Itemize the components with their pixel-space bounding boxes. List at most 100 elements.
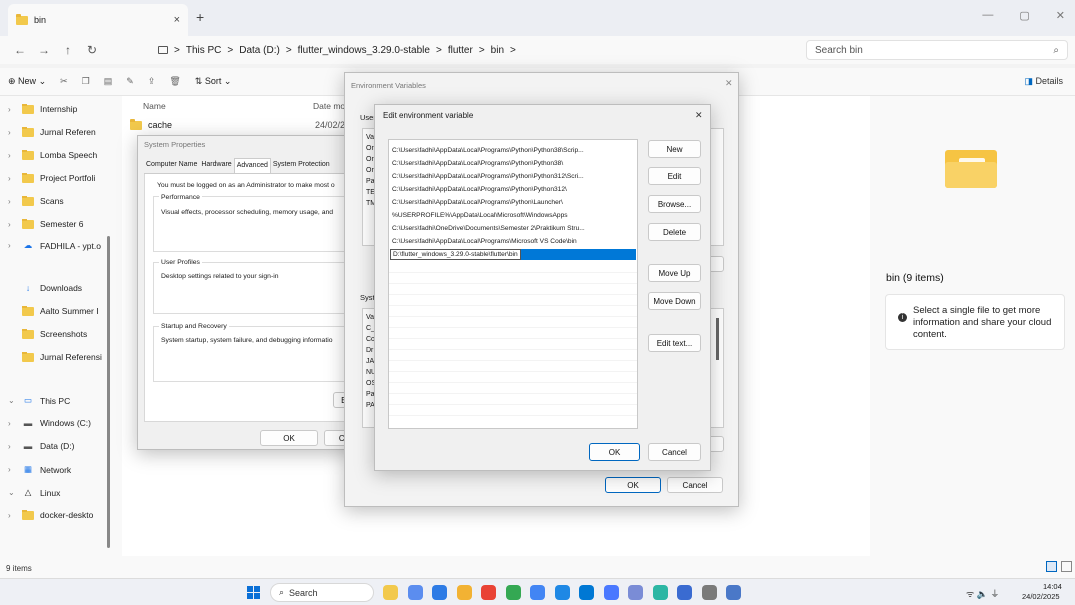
arrow-icon[interactable]: [677, 585, 692, 600]
vscode-icon[interactable]: [579, 585, 594, 600]
path-entries-list[interactable]: C:\Users\fadhi\AppData\Local\Programs\Py…: [388, 139, 638, 429]
edit-env-close-icon[interactable]: ✕: [695, 110, 703, 121]
tab-computer-name[interactable]: Computer Name: [144, 158, 199, 173]
system-vars-scrollbar[interactable]: [716, 318, 719, 360]
chevron-right-icon[interactable]: ›: [8, 174, 16, 183]
kite-icon[interactable]: [652, 585, 668, 600]
sidebar-item-data-d[interactable]: › ▬ Data (D:): [8, 441, 120, 451]
settings-icon[interactable]: [701, 585, 717, 600]
chevron-right-icon[interactable]: ›: [8, 105, 16, 114]
sidebar-item-fadhila-ypt-o[interactable]: › ☁ FADHILA - ypt.o: [8, 240, 120, 251]
photos-icon[interactable]: [603, 585, 619, 600]
breadcrumb-bin[interactable]: bin: [491, 45, 504, 56]
edit-text-button[interactable]: Edit text...: [648, 334, 701, 352]
chevron-right-icon[interactable]: ›: [8, 197, 16, 206]
new-button[interactable]: ⊕ New ⌄: [8, 76, 46, 87]
sysprop-icon[interactable]: [726, 585, 741, 600]
forward-button[interactable]: →: [32, 43, 56, 57]
system-tray[interactable]: ᯤ 🔈 ⏚: [966, 587, 999, 600]
move-down-button[interactable]: Move Down: [648, 292, 701, 310]
chevron-right-icon[interactable]: ›: [8, 465, 16, 474]
clock-date[interactable]: 24/02/2025: [1022, 592, 1060, 601]
chrome-alt-icon[interactable]: [505, 585, 521, 600]
path-entry[interactable]: C:\Users\fadhi\AppData\Local\Programs\Mi…: [392, 236, 577, 247]
copilot-icon[interactable]: [407, 585, 423, 600]
sidebar-item-internship[interactable]: › Internship: [8, 104, 120, 114]
breadcrumb-flutter-windows[interactable]: flutter_windows_3.29.0-stable: [298, 45, 430, 56]
clock-time[interactable]: 14:04: [1043, 582, 1062, 591]
search-input[interactable]: Search bin ⌕: [806, 40, 1068, 60]
edit-env-ok-button[interactable]: OK: [589, 443, 640, 461]
copy-icon[interactable]: ❐: [82, 76, 90, 87]
tab-hardware[interactable]: Hardware: [199, 158, 233, 173]
breadcrumb-this-pc[interactable]: This PC: [186, 45, 222, 56]
new-entry-button[interactable]: New: [648, 140, 701, 158]
browse-button[interactable]: Browse...: [648, 195, 701, 213]
path-entry[interactable]: %USERPROFILE%\AppData\Local\Microsoft\Wi…: [392, 210, 568, 221]
files-icon[interactable]: [383, 585, 398, 600]
sidebar-item-aalto-summer-i[interactable]: Aalto Summer I: [8, 306, 120, 316]
back-button[interactable]: ←: [8, 43, 32, 57]
path-entry[interactable]: C:\Users\fadhi\OneDrive\Documents\Semest…: [392, 223, 585, 234]
chevron-right-icon[interactable]: ›: [8, 220, 16, 229]
maximize-button[interactable]: ▢: [1019, 9, 1029, 22]
tab-system-protection[interactable]: System Protection: [271, 158, 332, 173]
tab-bin[interactable]: bin ×: [8, 4, 188, 36]
store-icon[interactable]: [432, 585, 447, 600]
tab-close-icon[interactable]: ×: [174, 14, 180, 26]
sidebar-item-semester-6[interactable]: › Semester 6: [8, 219, 120, 229]
chevron-right-icon[interactable]: ›: [8, 128, 16, 137]
chrome-icon[interactable]: [481, 585, 496, 600]
file-row-cache[interactable]: cache 24/02/20: [130, 118, 350, 130]
up-button[interactable]: ↑: [56, 43, 80, 57]
sidebar-item-network[interactable]: › ▦ Network: [8, 464, 120, 475]
edge-icon[interactable]: [554, 585, 570, 600]
chevron-right-icon[interactable]: ›: [8, 151, 16, 160]
minimize-button[interactable]: —: [982, 9, 993, 22]
sidebar-item-scans[interactable]: › Scans: [8, 196, 120, 206]
chevron-down-icon[interactable]: ⌄: [8, 488, 16, 497]
delete-icon[interactable]: 🗑: [169, 76, 180, 87]
env-vars-ok-button[interactable]: OK: [605, 477, 661, 493]
path-entry-input[interactable]: D:\flutter_windows_3.29.0-stable\flutter…: [390, 249, 521, 260]
path-entry[interactable]: C:\Users\fadhi\AppData\Local\Programs\Py…: [392, 197, 563, 208]
breadcrumb-data-d[interactable]: Data (D:): [239, 45, 280, 56]
chrome-dev-icon[interactable]: [530, 585, 545, 600]
env-vars-close-icon[interactable]: ✕: [725, 78, 733, 89]
path-entry[interactable]: C:\Users\fadhi\AppData\Local\Programs\Py…: [392, 171, 584, 182]
sidebar-item-this-pc[interactable]: ⌄ ▭ This PC: [8, 395, 120, 406]
column-header-name[interactable]: Name: [143, 101, 166, 111]
column-header-date[interactable]: Date mo: [313, 101, 345, 111]
details-button[interactable]: ◨ Details: [1024, 76, 1063, 87]
close-button[interactable]: ✕: [1056, 9, 1065, 22]
env-vars-cancel-button[interactable]: Cancel: [667, 477, 723, 493]
new-tab-button[interactable]: +: [196, 9, 204, 25]
edit-entry-button[interactable]: Edit: [648, 167, 701, 185]
tab-advanced[interactable]: Advanced: [233, 158, 271, 173]
sidebar-item-windows-c[interactable]: › ▬ Windows (C:): [8, 418, 120, 428]
share-icon[interactable]: ⇪: [148, 76, 156, 87]
move-up-button[interactable]: Move Up: [648, 264, 701, 282]
sidebar-item-docker-deskto[interactable]: › docker-deskto: [8, 510, 120, 520]
rename-icon[interactable]: ✎: [126, 76, 134, 87]
sysprop-ok-button[interactable]: OK: [260, 430, 318, 446]
path-entry-editing[interactable]: D:\flutter_windows_3.29.0-stable\flutter…: [390, 249, 636, 260]
details-view-icon[interactable]: [1046, 561, 1057, 572]
sidebar-scrollbar[interactable]: [107, 236, 110, 548]
sidebar-item-jurnal-referensi[interactable]: Jurnal Referensi: [8, 352, 120, 362]
paste-icon[interactable]: ▤: [104, 76, 113, 87]
sidebar-item-lomba-speech[interactable]: › Lomba Speech: [8, 150, 120, 160]
r-icon[interactable]: [628, 585, 643, 600]
chevron-right-icon[interactable]: ›: [8, 241, 16, 250]
cut-icon[interactable]: ✂: [60, 76, 68, 87]
delete-entry-button[interactable]: Delete: [648, 223, 701, 241]
chevron-right-icon[interactable]: ›: [8, 419, 16, 428]
chevron-right-icon[interactable]: ›: [8, 511, 16, 520]
sidebar-item-project-portfoli[interactable]: › Project Portfoli: [8, 173, 120, 183]
sidebar-item-jurnal-referen[interactable]: › Jurnal Referen: [8, 127, 120, 137]
sort-button[interactable]: ⇅ Sort ⌄: [195, 76, 232, 87]
start-icon[interactable]: [247, 586, 260, 599]
breadcrumb[interactable]: > This PC > Data (D:) > flutter_windows_…: [158, 40, 798, 60]
edit-env-cancel-button[interactable]: Cancel: [648, 443, 701, 461]
refresh-button[interactable]: ↻: [80, 43, 104, 57]
